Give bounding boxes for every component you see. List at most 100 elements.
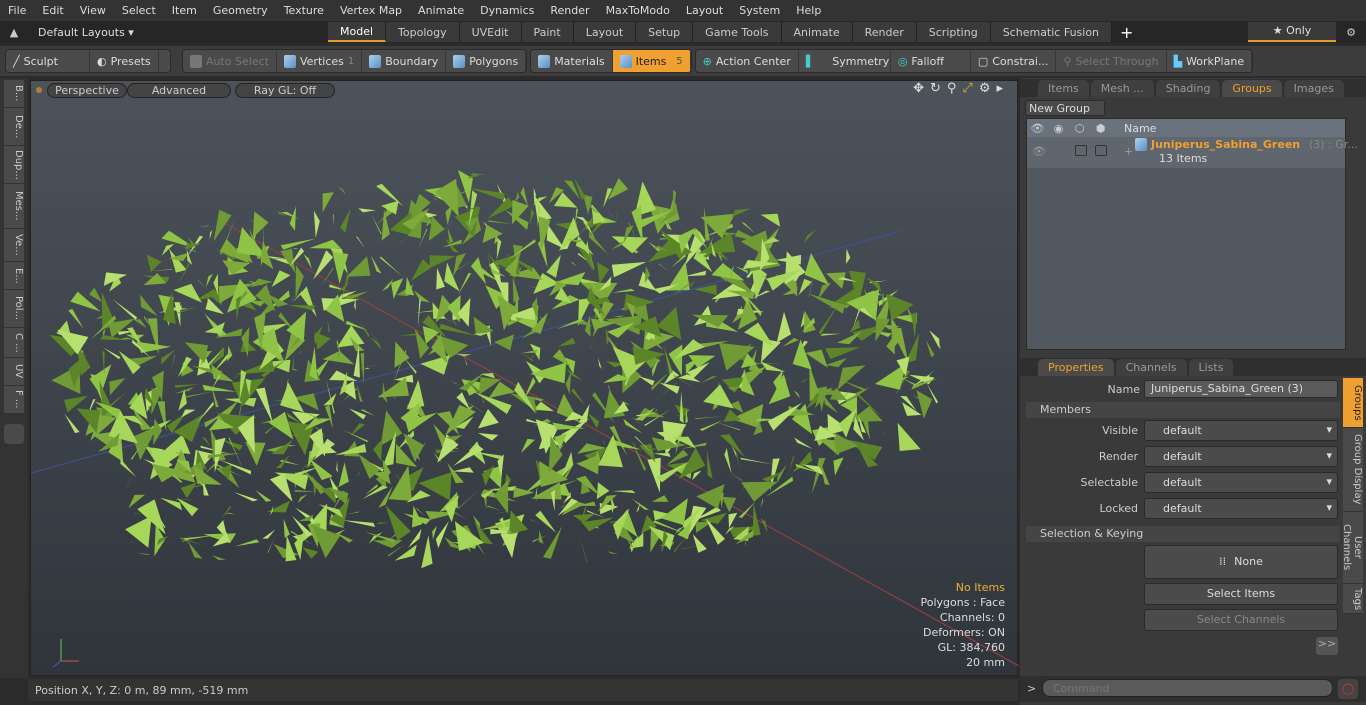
- eye-icon[interactable]: 👁: [1027, 122, 1048, 135]
- constraints-button[interactable]: ▢ Constrai...: [971, 50, 1057, 72]
- left-tab[interactable]: Dup...: [4, 146, 24, 184]
- 3d-viewport[interactable]: Perspective Advanced Ray GL: Off ✥ ↻ ⚲ ⤢ ⚙ ▸ …: [30, 80, 1019, 676]
- left-tab[interactable]: UV: [4, 358, 24, 386]
- more-button[interactable]: >>: [1316, 637, 1338, 655]
- tab-images[interactable]: Images: [1283, 80, 1344, 97]
- menu-animate[interactable]: Animate: [410, 4, 472, 17]
- eye-icon[interactable]: 👁: [1032, 145, 1046, 158]
- property-dropdown[interactable]: default: [1144, 420, 1338, 441]
- left-tab[interactable]: C ...: [4, 328, 24, 358]
- menu-edit[interactable]: Edit: [34, 4, 71, 17]
- new-group-button[interactable]: New Group: [1025, 100, 1105, 116]
- only-button[interactable]: ★ Only: [1248, 22, 1336, 42]
- menu-vertex-map[interactable]: Vertex Map: [332, 4, 410, 17]
- left-tab[interactable]: Pol...: [4, 290, 24, 328]
- auto-select-button[interactable]: Auto Select: [183, 50, 277, 72]
- command-input[interactable]: [1042, 679, 1333, 697]
- tab-lists[interactable]: Lists: [1188, 359, 1234, 376]
- tab-shading[interactable]: Shading: [1155, 80, 1221, 97]
- property-dropdown[interactable]: default: [1144, 498, 1338, 519]
- none-button[interactable]: ⁞⁞ None: [1144, 545, 1338, 579]
- select-through-button[interactable]: ⚲ Select Through: [1056, 50, 1167, 72]
- select-items-button[interactable]: Select Items: [1144, 583, 1338, 605]
- boundary-button[interactable]: Boundary: [362, 50, 447, 72]
- symmetry-button[interactable]: ▌ Symmetry: [799, 50, 891, 72]
- leaf-polygon: [801, 376, 811, 383]
- render-icon[interactable]: ◉: [1048, 122, 1069, 135]
- tab-paint[interactable]: Paint: [521, 22, 574, 42]
- cube-outline-icon[interactable]: ⬡: [1069, 122, 1090, 135]
- leaf-polygon: [337, 186, 347, 196]
- side-tab-tags[interactable]: Tags: [1343, 584, 1363, 614]
- materials-button[interactable]: Materials: [531, 50, 613, 72]
- left-tab[interactable]: Ve...: [4, 229, 24, 262]
- side-tab-user-channels[interactable]: User Channels: [1341, 512, 1363, 584]
- tab-channels[interactable]: Channels: [1115, 359, 1187, 376]
- leaf-polygon: [706, 450, 713, 479]
- tab-render[interactable]: Render: [852, 22, 917, 42]
- selection-keying-section[interactable]: Selection & Keying: [1026, 526, 1340, 542]
- falloff-button[interactable]: ◎ Falloff: [891, 50, 971, 72]
- name-field[interactable]: Juniperus_Sabina_Green (3): [1144, 380, 1338, 398]
- menu-view[interactable]: View: [72, 4, 114, 17]
- checkbox[interactable]: [1095, 145, 1107, 156]
- left-tab[interactable]: E...: [4, 262, 24, 290]
- layout-home-icon[interactable]: ▲: [0, 26, 28, 39]
- property-dropdown[interactable]: default: [1144, 446, 1338, 467]
- menu-item[interactable]: Item: [164, 4, 205, 17]
- layout-selector[interactable]: Default Layouts ▾: [28, 26, 328, 39]
- menu-render[interactable]: Render: [542, 4, 597, 17]
- property-dropdown[interactable]: default: [1144, 472, 1338, 493]
- lock-cube-icon[interactable]: ⬢: [1090, 122, 1111, 135]
- group-row[interactable]: 👁 + Juniperus_Sabina_Green (3) : Gr... 1…: [1027, 137, 1358, 168]
- falloff-icon: ◎: [897, 54, 908, 68]
- record-icon[interactable]: ◯: [1338, 679, 1358, 699]
- menu-geometry[interactable]: Geometry: [205, 4, 276, 17]
- polygons-button[interactable]: Polygons: [446, 50, 527, 72]
- tab-game-tools[interactable]: Game Tools: [693, 22, 782, 42]
- layout-bar: ▲ Default Layouts ▾ Model Topology UVEdit P…: [0, 21, 1366, 43]
- select-channels-button[interactable]: Select Channels: [1144, 609, 1338, 631]
- action-center-button[interactable]: ⊕ Action Center: [696, 50, 799, 72]
- presets-button[interactable]: ◐ Presets: [90, 50, 159, 72]
- tab-animate[interactable]: Animate: [781, 22, 853, 42]
- tab-schematic-fusion[interactable]: Schematic Fusion: [990, 22, 1113, 42]
- gear-icon[interactable]: ⚙: [1336, 26, 1366, 39]
- left-tab[interactable]: B...: [4, 80, 24, 108]
- menu-file[interactable]: File: [0, 4, 34, 17]
- expand-icon[interactable]: +: [1124, 145, 1133, 158]
- add-layout-button[interactable]: +: [1112, 23, 1141, 42]
- tab-mesh[interactable]: Mesh ...: [1090, 80, 1154, 97]
- leaf-polygon: [602, 439, 607, 447]
- left-tab[interactable]: Mes...: [4, 184, 24, 229]
- tab-topology[interactable]: Topology: [386, 22, 460, 42]
- members-section[interactable]: Members: [1026, 402, 1340, 418]
- tab-uvedit[interactable]: UVEdit: [459, 22, 522, 42]
- left-tab-extra[interactable]: [4, 424, 24, 444]
- tab-scripting[interactable]: Scripting: [916, 22, 991, 42]
- left-tab[interactable]: F ...: [4, 386, 24, 414]
- menu-texture[interactable]: Texture: [276, 4, 332, 17]
- menu-help[interactable]: Help: [788, 4, 829, 17]
- checkbox[interactable]: [1075, 145, 1087, 156]
- workplane-button[interactable]: ▙ WorkPlane: [1167, 50, 1253, 72]
- tab-layout[interactable]: Layout: [573, 22, 637, 42]
- tab-setup[interactable]: Setup: [636, 22, 694, 42]
- leaf-polygon: [713, 421, 741, 431]
- menu-layout[interactable]: Layout: [678, 4, 731, 17]
- tab-groups[interactable]: Groups: [1222, 80, 1282, 97]
- sculpt-button[interactable]: ╱ Sculpt: [6, 50, 90, 72]
- menu-select[interactable]: Select: [114, 4, 164, 17]
- viewport-scene: [31, 170, 1019, 668]
- tab-model[interactable]: Model: [328, 22, 387, 42]
- vertices-button[interactable]: Vertices 1: [277, 50, 363, 72]
- menu-system[interactable]: System: [731, 4, 788, 17]
- tab-properties[interactable]: Properties: [1038, 359, 1114, 376]
- menu-maxtomodo[interactable]: MaxToModo: [598, 4, 678, 17]
- side-tab-group-display[interactable]: Group Display: [1343, 428, 1363, 512]
- side-tab-groups[interactable]: Groups: [1343, 378, 1363, 428]
- left-tab[interactable]: De...: [4, 108, 24, 146]
- items-button[interactable]: Items 5: [612, 50, 691, 72]
- tab-items[interactable]: Items: [1038, 80, 1089, 97]
- menu-dynamics[interactable]: Dynamics: [472, 4, 542, 17]
